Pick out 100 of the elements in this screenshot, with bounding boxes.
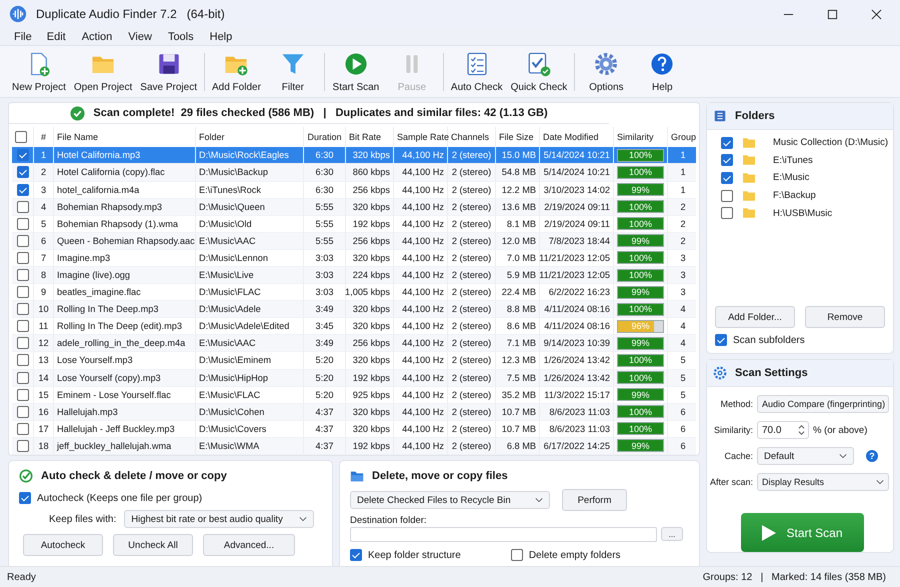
table-row[interactable]: 2 Hotel California (copy).flac D:\Music\Backup 6:30 860 kbps 44,100 Hz 2 (stereo) 54.8 MB 5/14/2024 10:21 100% 1 bbox=[12, 164, 696, 182]
table-row[interactable]: 6 Queen - Bohemian Rhapsody.aac E:\Music\AAC 5:55 256 kbps 44,100 Hz 2 (stereo) 12.0 MB 7/8/2023 18:44 99% 2 bbox=[12, 232, 696, 250]
row-checkbox[interactable] bbox=[16, 149, 28, 162]
table-row[interactable]: 8 Imagine (live).ogg E:\Music\Live 3:03 224 kbps 44,100 Hz 2 (stereo) 5.9 MB 11/21/2023 12:05 100% 3 bbox=[12, 266, 696, 284]
table-cell: 6:30 bbox=[304, 164, 346, 180]
folder-checkbox[interactable] bbox=[721, 190, 733, 202]
row-checkbox[interactable] bbox=[16, 354, 28, 366]
toolbar-button[interactable]: Help bbox=[634, 48, 690, 94]
folder-checkbox[interactable] bbox=[721, 136, 733, 149]
menu-item[interactable]: File bbox=[6, 30, 40, 42]
table-cell: 2 (stereo) bbox=[448, 232, 496, 249]
subfolders-checkbox[interactable] bbox=[715, 334, 727, 346]
table-cell: 8.8 MB bbox=[496, 301, 540, 318]
column-header[interactable]: Group bbox=[668, 127, 698, 148]
cache-dropdown[interactable]: Default bbox=[757, 447, 854, 465]
row-checkbox[interactable] bbox=[16, 406, 28, 418]
table-cell: 12.2 MB bbox=[496, 182, 540, 198]
toolbar-button[interactable]: Open Project bbox=[70, 48, 136, 94]
table-cell: 224 kbps bbox=[346, 266, 394, 284]
folder-path[interactable]: E:\Music bbox=[773, 172, 810, 184]
table-row[interactable]: 18 jeff_buckley_hallelujah.wma E:\Music\WMA 4:37 192 kbps 44,100 Hz 2 (stereo) 6.8 MB 6/17/2022 14:25 99% 6 bbox=[12, 438, 696, 455]
spinner-arrows-icon[interactable] bbox=[798, 424, 805, 436]
folder-checkbox[interactable] bbox=[721, 207, 733, 220]
keep-files-dropdown[interactable]: Highest bit rate or best audio quality bbox=[124, 510, 314, 528]
table-cell: 10.7 MB bbox=[496, 404, 540, 420]
field-label: After scan: bbox=[708, 477, 753, 487]
action-button[interactable]: Autocheck bbox=[23, 534, 103, 556]
table-cell: 2 (stereo) bbox=[448, 216, 496, 232]
table-cell: 5 bbox=[34, 216, 54, 232]
row-checkbox[interactable] bbox=[16, 422, 28, 435]
row-checkbox[interactable] bbox=[16, 234, 28, 247]
toolbar-button[interactable]: Quick Check bbox=[506, 48, 572, 94]
table-cell: 2 (stereo) bbox=[448, 386, 496, 403]
folder-button[interactable]: Add Folder... bbox=[715, 306, 795, 328]
menu-item[interactable]: Help bbox=[202, 30, 240, 42]
table-cell: 44,100 Hz bbox=[394, 301, 448, 318]
folder-checkbox[interactable] bbox=[721, 154, 733, 166]
table-row[interactable]: 14 Lose Yourself (copy).mp3 D:\Music\HipHop 5:20 192 kbps 44,100 Hz 2 (stereo) 7.5 MB 1/26/2024 13:42 100% 5 bbox=[12, 370, 696, 387]
folder-path[interactable]: F:\Backup bbox=[773, 190, 816, 202]
toolbar-button[interactable]: Options bbox=[578, 48, 634, 94]
perform-button[interactable]: Perform bbox=[562, 489, 627, 511]
help-button[interactable]: ? bbox=[866, 450, 878, 462]
select-all-checkbox[interactable] bbox=[15, 131, 27, 144]
table-row[interactable]: 12 adele_rolling_in_the_deep.m4a E:\Music\AAC 3:49 256 kbps 44,100 Hz 2 (stereo) 7.1 MB 9/14/2023 10:39 99% 4 bbox=[12, 335, 696, 352]
row-checkbox[interactable] bbox=[16, 184, 28, 196]
table-row[interactable]: 4 Bohemian Rhapsody.mp3 D:\Music\Queen 5:55 320 kbps 44,100 Hz 2 (stereo) 13.6 MB 2/19/2024 09:11 100% 2 bbox=[12, 198, 696, 216]
autocheck-checkbox[interactable] bbox=[19, 492, 31, 504]
row-checkbox[interactable] bbox=[16, 286, 28, 298]
table-row[interactable]: 10 Rolling In The Deep.mp3 D:\Music\Adele 3:49 320 kbps 44,100 Hz 2 (stereo) 8.8 MB 4/11/2024 08:16 100% 4 bbox=[12, 301, 696, 318]
folder-path[interactable]: E:\iTunes bbox=[773, 154, 813, 166]
row-checkbox[interactable] bbox=[16, 166, 28, 178]
menu-item[interactable]: Tools bbox=[160, 30, 202, 42]
menu-item[interactable]: Action bbox=[74, 30, 120, 42]
row-checkbox[interactable] bbox=[16, 320, 28, 332]
row-checkbox[interactable] bbox=[16, 303, 28, 316]
toolbar-button[interactable]: Add Folder bbox=[208, 48, 265, 94]
folder-checkbox[interactable] bbox=[721, 172, 733, 184]
folder-path[interactable]: Music Collection (D:\Music) bbox=[773, 137, 888, 148]
row-checkbox[interactable] bbox=[16, 372, 28, 384]
panel-title: Scan Settings bbox=[735, 367, 808, 379]
toolbar-button[interactable]: Save Project bbox=[136, 48, 201, 94]
keep-structure-checkbox[interactable] bbox=[350, 549, 362, 561]
action-button[interactable]: Uncheck All bbox=[113, 534, 193, 556]
table-cell: 11/21/2023 12:05 bbox=[540, 266, 614, 284]
table-row[interactable]: 16 Hallelujah.mp3 D:\Music\Cohen 4:37 320 kbps 44,100 Hz 2 (stereo) 10.7 MB 8/6/2023 11:03 100% 6 bbox=[12, 404, 696, 421]
toolbar-button[interactable]: Filter bbox=[264, 48, 321, 94]
close-icon[interactable] bbox=[871, 8, 882, 20]
action-button[interactable]: Advanced... bbox=[203, 534, 295, 556]
table-cell: 8/6/2023 11:03 bbox=[540, 420, 614, 437]
similarity-spinner[interactable]: 70.0 bbox=[757, 421, 809, 439]
after-scan-dropdown[interactable]: Display Results bbox=[757, 473, 889, 491]
row-checkbox[interactable] bbox=[16, 440, 28, 452]
row-checkbox[interactable] bbox=[16, 388, 28, 401]
table-cell: 12.0 MB bbox=[496, 232, 540, 249]
table-row[interactable]: 1 Hotel California.mp3 D:\Music\Rock\Eagles 6:30 320 kbps 44,100 Hz 2 (stereo) 15.0 MB 5/14/2024 10:21 100% 1 bbox=[12, 147, 696, 164]
menu-item[interactable]: Edit bbox=[40, 30, 74, 42]
destination-field[interactable] bbox=[350, 527, 657, 542]
table-cell: Rolling In The Deep.mp3 bbox=[54, 301, 196, 318]
start-scan-button[interactable]: Start Scan bbox=[741, 513, 864, 552]
folder-button[interactable]: Remove bbox=[805, 306, 885, 328]
maximize-icon[interactable] bbox=[827, 8, 838, 20]
row-checkbox[interactable] bbox=[16, 337, 28, 350]
table-cell: 4:37 bbox=[304, 438, 346, 454]
row-checkbox[interactable] bbox=[16, 218, 28, 230]
action-dropdown[interactable]: Delete Checked Files to Recycle Bin bbox=[350, 491, 550, 509]
toolbar-button[interactable]: Start Scan bbox=[328, 48, 384, 94]
table-cell: 256 kbps bbox=[346, 232, 394, 249]
menu-item[interactable]: View bbox=[120, 30, 160, 42]
toolbar-button[interactable]: Auto Check bbox=[446, 48, 507, 94]
row-checkbox[interactable] bbox=[16, 200, 28, 213]
folder-path[interactable]: H:\USB\Music bbox=[773, 208, 832, 219]
delete-empty-checkbox[interactable] bbox=[510, 549, 523, 561]
toolbar-button[interactable]: New Project bbox=[8, 48, 70, 94]
field-label: Destination folder: bbox=[350, 515, 428, 526]
method-dropdown[interactable]: Audio Compare (fingerprinting) bbox=[757, 395, 889, 413]
row-checkbox[interactable] bbox=[16, 269, 28, 282]
table-cell: 44,100 Hz bbox=[394, 318, 448, 334]
row-checkbox[interactable] bbox=[16, 252, 28, 264]
browse-button[interactable]: ... bbox=[661, 527, 683, 541]
folders-icon bbox=[713, 109, 727, 123]
